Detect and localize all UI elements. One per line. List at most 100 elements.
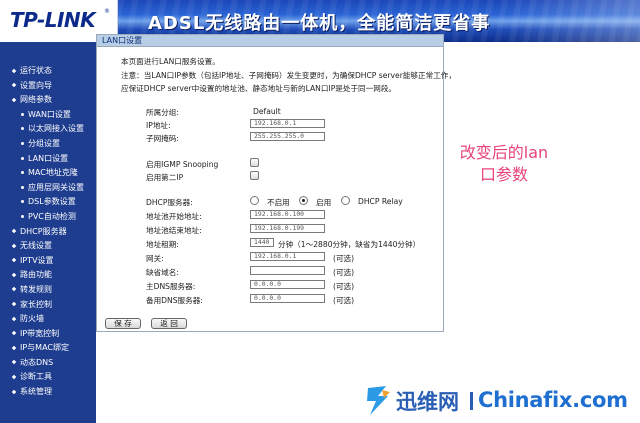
- watermark-cn-text: 迅维网: [396, 390, 459, 414]
- sidebar-item-label: WAN口设置: [28, 109, 71, 119]
- sidebar-item-21[interactable]: 诊断工具: [0, 370, 96, 385]
- sidebar-item-13[interactable]: IPTV设置: [0, 254, 96, 269]
- chinafix-logo-icon: [367, 386, 390, 415]
- sidebar-item-label: 路由功能: [20, 270, 52, 280]
- sidebar-item-label: 分组设置: [28, 138, 60, 148]
- sidebar-item-label: DSL参数设置: [28, 197, 76, 207]
- banner-gloss: [500, 0, 640, 42]
- pool-end-input[interactable]: 192.168.0.199: [250, 224, 325, 233]
- igmp-snooping-label: 启用IGMP Snooping: [146, 160, 219, 169]
- lease-time-input[interactable]: 1440: [250, 238, 274, 247]
- sidebar-item-label: 转发规则: [20, 284, 52, 294]
- primary-dns-input[interactable]: 0.0.0.0: [250, 280, 325, 289]
- pool-start-label: 地址池开始地址:: [146, 212, 202, 221]
- menu-bullet-icon: [11, 374, 17, 380]
- sidebar-item-label: 以太网接入设置: [28, 124, 84, 134]
- menu-bullet-icon: [11, 345, 17, 351]
- sidebar-item-6[interactable]: LAN口设置: [0, 152, 96, 167]
- mask-label: 子网掩码:: [146, 134, 179, 143]
- submenu-dot-icon: [21, 141, 24, 145]
- sidebar-item-12[interactable]: 无线设置: [0, 239, 96, 254]
- annotation-overlay: 改变后的lan 口参数: [444, 142, 564, 186]
- secondary-dns-input[interactable]: 0.0.0.0: [250, 294, 325, 303]
- second-ip-checkbox[interactable]: [250, 171, 259, 180]
- panel-title: LAN口设置: [97, 35, 443, 47]
- submenu-dot-icon: [21, 185, 24, 189]
- menu-bullet-icon: [11, 360, 17, 365]
- sidebar-item-label: IP带宽控制: [20, 328, 60, 338]
- submenu-dot-icon: [21, 127, 24, 131]
- back-button[interactable]: 返 回: [151, 318, 187, 329]
- sidebar-item-label: IP与MAC绑定: [20, 343, 70, 353]
- sidebar-item-label: 家长控制: [20, 299, 52, 309]
- sidebar-item-label: 运行状态: [20, 66, 52, 75]
- annotation-line-1: 改变后的lan: [459, 143, 549, 162]
- submenu-dot-icon: [21, 200, 24, 204]
- menu-bullet-icon: [11, 272, 17, 278]
- sidebar-item-label: MAC地址克隆: [28, 168, 78, 178]
- gateway-input[interactable]: 192.168.0.1: [250, 252, 325, 261]
- sidebar-item-label: 防火墙: [20, 314, 44, 324]
- pool-end-label: 地址池结束地址:: [146, 226, 202, 235]
- sidebar-item-4[interactable]: 以太网接入设置: [0, 122, 96, 137]
- menu-bullet-icon: [11, 330, 17, 336]
- sidebar-item-22[interactable]: 系统管理: [0, 385, 96, 400]
- sidebar-item-label: 无线设置: [20, 241, 52, 251]
- submenu-dot-icon: [21, 112, 24, 116]
- sidebar-item-18[interactable]: IP带宽控制: [0, 327, 96, 342]
- lease-time-hint: 分钟（1～2880分钟，缺省为1440分钟）: [278, 240, 421, 249]
- sidebar-item-16[interactable]: 家长控制: [0, 298, 96, 313]
- ip-address-input[interactable]: 192.168.0.1: [250, 119, 325, 128]
- menu-bullet-icon: [11, 97, 17, 102]
- default-domain-input[interactable]: [250, 266, 325, 275]
- default-domain-label: 缺省域名:: [146, 268, 179, 277]
- sidebar-item-label: 应用层网关设置: [28, 182, 84, 192]
- lease-time-label: 地址租期:: [146, 240, 179, 249]
- ip-label: IP地址:: [146, 121, 171, 130]
- menu-bullet-icon: [11, 257, 17, 263]
- group-value: Default: [253, 107, 281, 116]
- sidebar-item-label: PVC自动检测: [28, 211, 76, 221]
- menu-bullet-icon: [11, 316, 17, 321]
- igmp-snooping-checkbox[interactable]: [250, 158, 259, 167]
- sidebar-item-8[interactable]: 应用层网关设置: [0, 181, 96, 196]
- dhcp-disable-label: 不启用: [267, 198, 290, 207]
- sidebar-item-label: 动态DNS: [20, 357, 54, 367]
- sidebar-item-1[interactable]: 设置向导: [0, 79, 96, 94]
- sidebar-item-label: 系统管理: [20, 387, 52, 397]
- sidebar-item-17[interactable]: 防火墙: [0, 312, 96, 327]
- sidebar-item-3[interactable]: WAN口设置: [0, 108, 96, 123]
- dhcp-enable-radio[interactable]: [299, 196, 308, 205]
- dhcp-relay-radio[interactable]: [341, 196, 350, 205]
- sidebar-item-0[interactable]: 运行状态: [0, 64, 96, 79]
- sidebar-item-2[interactable]: 网络参数: [0, 93, 96, 108]
- pool-start-input[interactable]: 192.168.0.100: [250, 210, 325, 219]
- sidebar-item-10[interactable]: PVC自动检测: [0, 210, 96, 225]
- sidebar-item-label: 设置向导: [20, 80, 52, 90]
- sidebar-item-7[interactable]: MAC地址克隆: [0, 166, 96, 181]
- dhcp-disable-radio[interactable]: [250, 196, 259, 205]
- sidebar-item-20[interactable]: 动态DNS: [0, 356, 96, 371]
- sidebar-menu: 运行状态设置向导网络参数 WAN口设置以太网接入设置 分组设置 LAN口设置 MAC地址…: [0, 42, 96, 423]
- dhcp-server-label: DHCP服务器:: [146, 198, 193, 207]
- banner-slogan: ADSL无线路由一体机，全能简洁更省事: [148, 13, 491, 34]
- logo-registered-mark: ®: [104, 8, 110, 15]
- sidebar-item-11[interactable]: DHCP服务器: [0, 225, 96, 240]
- submenu-dot-icon: [21, 214, 24, 218]
- sidebar-item-5[interactable]: 分组设置: [0, 137, 96, 152]
- sidebar-item-15[interactable]: 转发规则: [0, 283, 96, 298]
- primary-dns-optional: (可选): [333, 282, 355, 291]
- lan-settings-panel: LAN口设置 本页面进行LAN口服务设置。 注意：当LAN口IP参数（包括IP地…: [96, 34, 456, 332]
- sidebar-item-19[interactable]: IP与MAC绑定: [0, 341, 96, 356]
- sidebar-item-label: LAN口设置: [28, 153, 69, 163]
- save-button[interactable]: 保 存: [105, 318, 141, 329]
- submenu-dot-icon: [21, 156, 24, 160]
- primary-dns-label: 主DNS服务器:: [146, 282, 196, 291]
- menu-bullet-icon: [11, 243, 17, 248]
- submenu-dot-icon: [21, 171, 24, 175]
- menu-bullet-icon: [11, 287, 17, 292]
- subnet-mask-input[interactable]: 255.255.255.0: [250, 132, 325, 141]
- sidebar-item-14[interactable]: 路由功能: [0, 268, 96, 283]
- group-label: 所属分组:: [146, 108, 179, 117]
- sidebar-item-9[interactable]: DSL参数设置: [0, 195, 96, 210]
